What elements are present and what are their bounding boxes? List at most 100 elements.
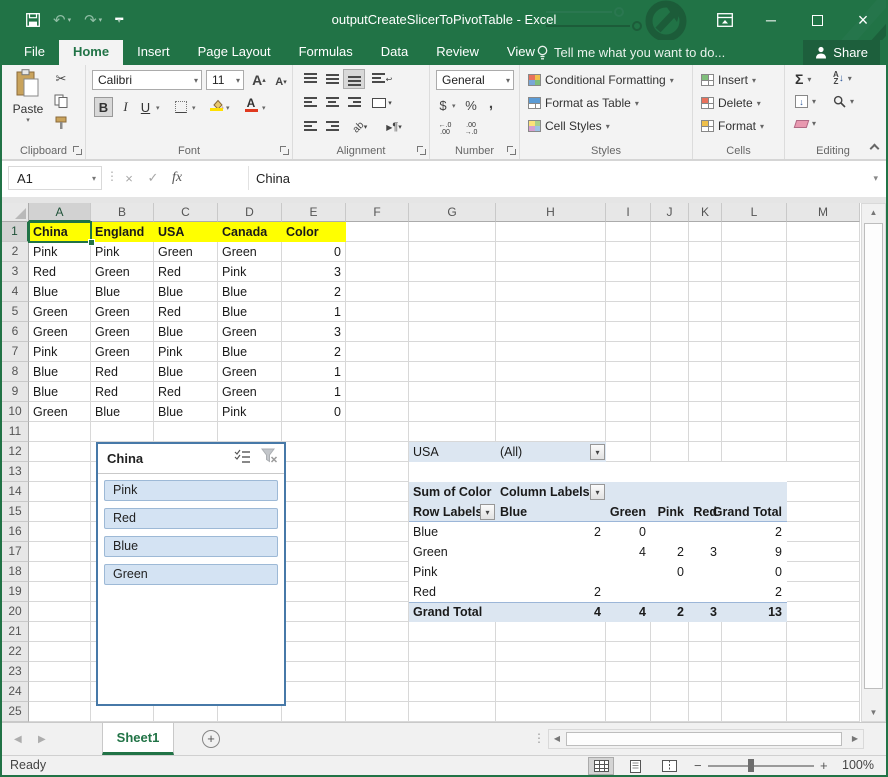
cell-D3[interactable]: Pink [218, 262, 282, 282]
slicer-china[interactable]: China PinkRedBlueGreen [96, 442, 286, 706]
cell-E10[interactable]: 0 [282, 402, 346, 422]
expand-formula-bar-button[interactable]: ▾ [873, 173, 878, 184]
cell-D4[interactable]: Blue [218, 282, 282, 302]
cell-D6[interactable]: Green [218, 322, 282, 342]
cell-styles-button[interactable]: Cell Styles▾ [528, 119, 610, 133]
column-header-M[interactable]: M [787, 203, 860, 222]
row-header-22[interactable]: 22 [2, 642, 29, 662]
column-header-E[interactable]: E [282, 203, 346, 222]
cell-H14-filter-dropdown[interactable]: ▾ [590, 484, 605, 500]
cell-H16[interactable]: 2 [496, 522, 606, 542]
cell-G12[interactable]: USA [409, 442, 496, 462]
cell-C7[interactable]: Pink [154, 342, 218, 362]
cell-G14[interactable]: Sum of Color [409, 482, 496, 502]
enter-button[interactable]: ✓ [142, 166, 164, 190]
share-button[interactable]: Share [803, 40, 880, 65]
formula-bar-resize-handle[interactable]: ⋮ [106, 169, 118, 183]
column-header-A[interactable]: A [29, 203, 91, 222]
row-header-24[interactable]: 24 [2, 682, 29, 702]
row-header-2[interactable]: 2 [2, 242, 29, 262]
row-header-3[interactable]: 3 [2, 262, 29, 282]
row-header-23[interactable]: 23 [2, 662, 29, 682]
accounting-dropdown-icon[interactable]: ▾ [452, 102, 456, 110]
cell-A8[interactable]: Blue [29, 362, 91, 382]
find-select-button[interactable]: ▾ [833, 95, 854, 108]
align-middle-button[interactable] [321, 69, 343, 89]
tab-formulas[interactable]: Formulas [285, 40, 367, 65]
cell-G15-filter-dropdown[interactable]: ▾ [480, 504, 495, 520]
row-header-14[interactable]: 14 [2, 482, 29, 502]
row-header-1[interactable]: 1 [2, 222, 29, 242]
slicer-item-green[interactable]: Green [104, 564, 278, 585]
customize-quick-access-button[interactable]: ▬▾ [115, 16, 123, 24]
row-header-20[interactable]: 20 [2, 602, 29, 622]
row-header-13[interactable]: 13 [2, 462, 29, 482]
row-header-8[interactable]: 8 [2, 362, 29, 382]
cell-E4[interactable]: 2 [282, 282, 346, 302]
cell-H15[interactable]: Blue [496, 502, 606, 522]
vertical-scrollbar[interactable]: ▲ ▼ [861, 203, 886, 722]
column-header-F[interactable]: F [346, 203, 409, 222]
number-dialog-launcher[interactable] [507, 146, 516, 155]
cell-L19[interactable]: 2 [722, 582, 787, 602]
slicer-item-blue[interactable]: Blue [104, 536, 278, 557]
cell-G16[interactable]: Blue [409, 522, 496, 542]
cell-C9[interactable]: Red [154, 382, 218, 402]
autosum-button[interactable]: Σ▾ [795, 71, 811, 87]
percent-style-button[interactable]: % [462, 95, 480, 115]
grow-font-button[interactable]: A▴ [248, 70, 270, 90]
previous-sheet-button[interactable]: ◀ [14, 723, 22, 755]
decrease-indent-button[interactable] [299, 117, 321, 137]
cell-C2[interactable]: Green [154, 242, 218, 262]
cell-I14[interactable] [606, 482, 651, 502]
accounting-format-button[interactable]: $ [434, 95, 452, 115]
column-header-K[interactable]: K [689, 203, 722, 222]
cell-A6[interactable]: Green [29, 322, 91, 342]
bold-button[interactable]: B [94, 97, 113, 117]
cell-A10[interactable]: Green [29, 402, 91, 422]
align-center-button[interactable] [321, 93, 343, 113]
fill-color-dropdown-icon[interactable]: ▾ [226, 104, 230, 112]
cell-C5[interactable]: Red [154, 302, 218, 322]
cell-E8[interactable]: 1 [282, 362, 346, 382]
cell-B6[interactable]: Green [91, 322, 154, 342]
cell-L15[interactable]: Grand Total [722, 502, 787, 522]
font-name-select[interactable]: Calibri▾ [92, 70, 202, 90]
cell-B10[interactable]: Blue [91, 402, 154, 422]
zoom-level[interactable]: 100% [842, 756, 874, 775]
select-all-button[interactable] [2, 203, 29, 222]
cancel-button[interactable]: × [118, 166, 140, 190]
cell-J17[interactable]: 2 [651, 542, 689, 562]
shrink-font-button[interactable]: A▾ [270, 72, 292, 92]
cell-E6[interactable]: 3 [282, 322, 346, 342]
tab-data[interactable]: Data [367, 40, 422, 65]
cell-G19[interactable]: Red [409, 582, 496, 602]
normal-view-button[interactable] [588, 757, 614, 775]
slicer-clear-filter-button[interactable] [261, 448, 278, 468]
column-header-C[interactable]: C [154, 203, 218, 222]
italic-button[interactable]: I [116, 97, 135, 117]
row-header-4[interactable]: 4 [2, 282, 29, 302]
cell-C1[interactable]: USA [154, 222, 218, 242]
row-header-21[interactable]: 21 [2, 622, 29, 642]
cell-I16[interactable]: 0 [606, 522, 651, 542]
horizontal-scrollbar[interactable]: ◀ ▶ [548, 729, 864, 749]
column-header-L[interactable]: L [722, 203, 787, 222]
maximize-button[interactable] [794, 0, 840, 40]
row-header-15[interactable]: 15 [2, 502, 29, 522]
cell-G20[interactable]: Grand Total [409, 602, 496, 622]
cell-L20[interactable]: 13 [722, 602, 787, 622]
row-header-12[interactable]: 12 [2, 442, 29, 462]
align-right-button[interactable] [343, 93, 365, 113]
font-color-dropdown-icon[interactable]: ▾ [262, 104, 266, 112]
formula-input[interactable]: China [248, 166, 860, 190]
format-cells-button[interactable]: Format▾ [701, 119, 764, 133]
align-left-button[interactable] [299, 93, 321, 113]
tab-insert[interactable]: Insert [123, 40, 184, 65]
borders-button[interactable] [170, 97, 192, 117]
scroll-right-button[interactable]: ▶ [847, 730, 863, 748]
minimize-button[interactable]: ─ [748, 0, 794, 40]
column-header-B[interactable]: B [91, 203, 154, 222]
delete-cells-button[interactable]: Delete▾ [701, 96, 761, 110]
sheet-tab-sheet1[interactable]: Sheet1 [102, 723, 174, 755]
